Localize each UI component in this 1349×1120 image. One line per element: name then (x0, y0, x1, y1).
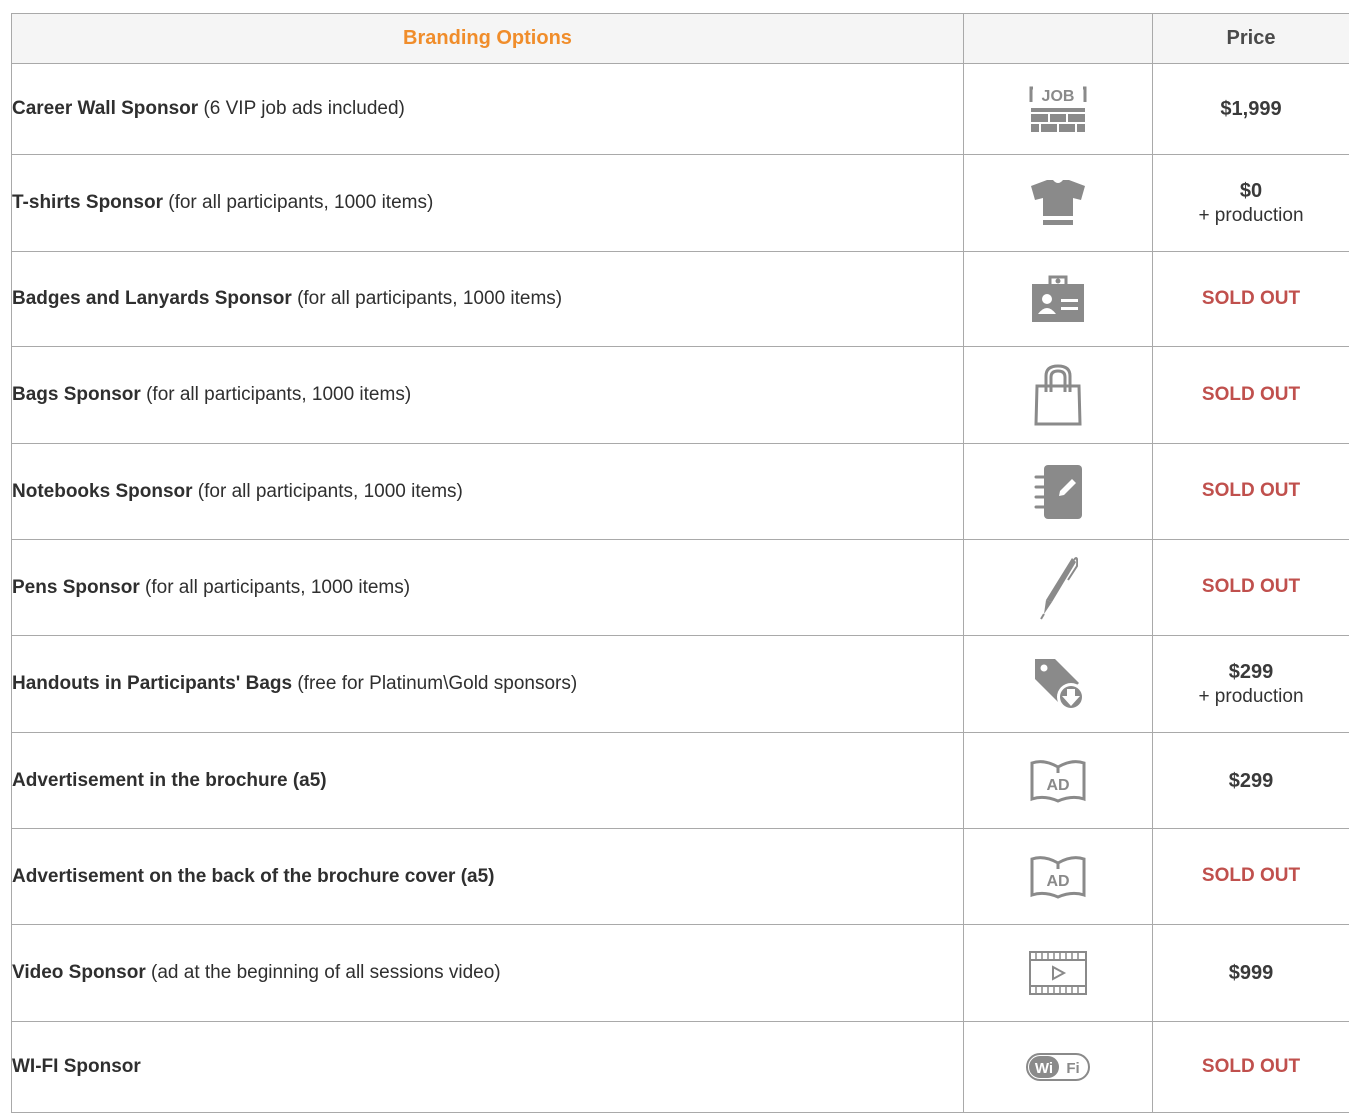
wifi-icon-text-b: Fi (1066, 1060, 1079, 1077)
pen-icon (1040, 556, 1078, 620)
price-value: $299 (1228, 660, 1274, 683)
ad-book-icon: AD (1030, 855, 1086, 899)
table-row: WI-FI Sponsor Wi Fi SOLD OUT (11, 1021, 1349, 1113)
job-icon-text: JOB (1042, 88, 1075, 105)
option-name-bold: Handouts in Participants' Bags (12, 673, 293, 694)
option-name-detail: (6 VIP job ads included) (198, 98, 405, 119)
option-icon-cell (963, 251, 1153, 347)
price-note: + production (1198, 204, 1304, 226)
table-row: Career Wall Sponsor (6 VIP job ads inclu… (11, 63, 1349, 155)
job-icon: JOB (1029, 86, 1087, 132)
price-note: + production (1198, 685, 1304, 707)
option-icon-cell (963, 346, 1153, 444)
ad-book-icon: AD (1030, 759, 1086, 803)
price-value: SOLD OUT (1201, 383, 1301, 405)
option-name: Notebooks Sponsor (for all participants,… (11, 443, 964, 540)
option-name: Video Sponsor (ad at the beginning of al… (11, 924, 964, 1022)
table-row: Advertisement in the brochure (a5) AD $2… (11, 732, 1349, 829)
video-icon (1029, 951, 1087, 995)
branding-options-table: Branding Options Price Career Wall Spons… (11, 13, 1349, 1113)
tshirt-icon (1031, 180, 1085, 225)
option-icon-cell: AD (963, 732, 1153, 829)
sold-out-label: SOLD OUT (1152, 828, 1349, 925)
option-price: $299 (1152, 732, 1349, 829)
wifi-icon-text-a: Wi (1035, 1060, 1053, 1077)
page: Branding Options Price Career Wall Spons… (0, 0, 1349, 1120)
option-name-bold: Advertisement on the back of the brochur… (12, 865, 495, 887)
option-name-bold: Notebooks Sponsor (12, 480, 193, 502)
table-row: Handouts in Participants' Bags (free for… (11, 635, 1349, 733)
price-value: SOLD OUT (1201, 576, 1301, 598)
option-price: $0 + production (1152, 154, 1349, 252)
option-icon-cell: AD (963, 828, 1153, 925)
option-icon-cell: Wi Fi (963, 1021, 1153, 1113)
price-value: SOLD OUT (1201, 480, 1301, 502)
option-name: Career Wall Sponsor (6 VIP job ads inclu… (11, 63, 964, 155)
option-name: Advertisement on the back of the brochur… (11, 828, 964, 925)
option-name-detail: (for all participants, 1000 items) (291, 288, 563, 309)
table-row: Badges and Lanyards Sponsor (for all par… (11, 251, 1349, 347)
option-name: Bags Sponsor (for all participants, 1000… (11, 346, 964, 444)
option-name-bold: Badges and Lanyards Sponsor (12, 288, 292, 309)
option-name: WI-FI Sponsor (11, 1021, 964, 1113)
option-name-bold: Career Wall Sponsor (12, 98, 199, 119)
option-name-detail: (free for Platinum\Gold sponsors) (292, 673, 578, 694)
option-icon-cell: JOB (963, 63, 1153, 155)
option-price: $999 (1152, 924, 1349, 1022)
tag-download-icon (1035, 659, 1085, 711)
header-price: Price (1152, 13, 1349, 64)
sold-out-label: SOLD OUT (1152, 1021, 1349, 1113)
price-value: $0 (1239, 179, 1263, 202)
sold-out-label: SOLD OUT (1152, 346, 1349, 444)
option-name: Pens Sponsor (for all participants, 1000… (11, 539, 964, 636)
table-header-row: Branding Options Price (11, 13, 1349, 64)
option-price: $1,999 (1152, 63, 1349, 155)
ad-icon-text: AD (1046, 777, 1069, 794)
table-row: Pens Sponsor (for all participants, 1000… (11, 539, 1349, 636)
option-icon-cell (963, 924, 1153, 1022)
table-row: Video Sponsor (ad at the beginning of al… (11, 924, 1349, 1022)
option-name-detail: (for all participants, 1000 items) (139, 576, 411, 598)
sold-out-label: SOLD OUT (1152, 443, 1349, 540)
table-row: Bags Sponsor (for all participants, 1000… (11, 346, 1349, 444)
option-name-detail: (for all participants, 1000 items) (140, 384, 412, 405)
price-value: SOLD OUT (1201, 865, 1301, 887)
table-row: Advertisement on the back of the brochur… (11, 828, 1349, 925)
option-name-bold: Video Sponsor (12, 962, 146, 983)
option-name-detail: (ad at the beginning of all sessions vid… (145, 962, 501, 983)
option-name-bold: T-shirts Sponsor (12, 192, 163, 213)
option-name: Advertisement in the brochure (a5) (11, 732, 964, 829)
header-branding-options: Branding Options (11, 13, 964, 64)
price-value: SOLD OUT (1201, 287, 1301, 309)
wifi-icon: Wi Fi (1026, 1053, 1090, 1081)
option-name-detail: (for all participants, 1000 items) (162, 192, 434, 213)
bag-icon (1034, 364, 1082, 426)
table-row: T-shirts Sponsor (for all participants, … (11, 154, 1349, 252)
badge-icon (1032, 275, 1084, 322)
option-name-bold: Bags Sponsor (12, 384, 141, 405)
price-value: $999 (1228, 962, 1274, 984)
option-name-bold: Pens Sponsor (12, 576, 140, 598)
option-name-detail: (for all participants, 1000 items) (192, 480, 463, 502)
option-icon-cell (963, 635, 1153, 733)
header-icon-column (963, 13, 1153, 64)
option-icon-cell (963, 154, 1153, 252)
option-icon-cell (963, 443, 1153, 540)
notebook-icon (1034, 464, 1082, 519)
table-row: Notebooks Sponsor (for all participants,… (11, 443, 1349, 540)
option-name: Handouts in Participants' Bags (free for… (11, 635, 964, 733)
option-name: Badges and Lanyards Sponsor (for all par… (11, 251, 964, 347)
option-icon-cell (963, 539, 1153, 636)
ad-icon-text: AD (1046, 873, 1069, 890)
sold-out-label: SOLD OUT (1152, 251, 1349, 347)
price-value: $299 (1228, 769, 1274, 792)
option-name: T-shirts Sponsor (for all participants, … (11, 154, 964, 252)
price-value: SOLD OUT (1201, 1055, 1301, 1077)
option-price: $299 + production (1152, 635, 1349, 733)
option-name-bold: WI-FI Sponsor (12, 1056, 141, 1077)
sold-out-label: SOLD OUT (1152, 539, 1349, 636)
price-value: $1,999 (1220, 98, 1282, 120)
option-name-bold: Advertisement in the brochure (a5) (12, 769, 327, 791)
